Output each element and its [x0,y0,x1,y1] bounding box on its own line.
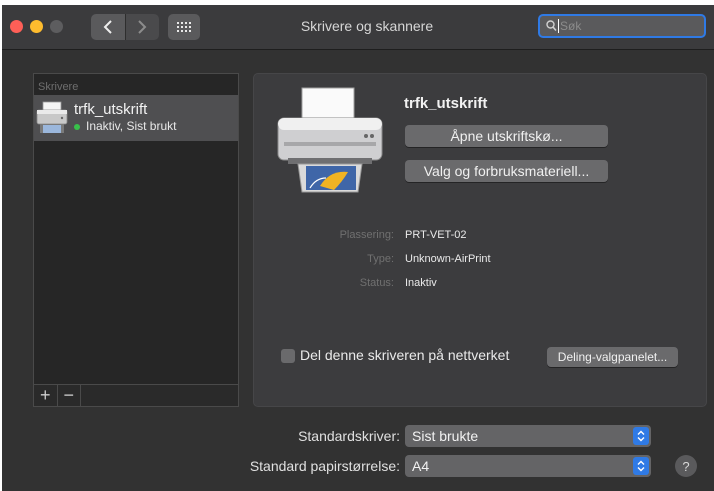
minimize-window-button[interactable] [30,20,43,33]
share-printer-label[interactable]: Del denne skriveren på nettverket [300,347,509,363]
chevron-right-icon [138,20,147,34]
status-value: Inaktiv [405,277,437,289]
add-printer-button[interactable]: + [34,385,57,406]
printer-detail-panel: trfk_utskrift Åpne utskriftskø... Valg o… [253,73,707,407]
printer-list-heading: Skrivere [38,81,79,93]
status-label: Status: [359,277,394,289]
remove-printer-button[interactable]: − [56,385,81,406]
zoom-window-button[interactable] [50,20,63,33]
chevron-left-icon [103,20,112,34]
printer-list-item[interactable]: trfk_utskrift Inaktiv, Sist brukt [34,95,238,141]
location-value: PRT-VET-02 [405,229,467,241]
back-button[interactable] [91,14,125,40]
grid-icon [177,22,191,32]
forward-button[interactable] [124,14,159,40]
titlebar: Skrivere og skannere [2,5,714,50]
share-printer-checkbox[interactable] [281,349,295,363]
window-title: Skrivere og skannere [300,18,434,34]
show-all-button[interactable] [168,14,200,40]
type-value: Unknown-AirPrint [405,253,491,265]
options-and-supplies-button[interactable]: Valg og forbruksmateriell... [405,160,608,182]
default-printer-value: Sist brukte [412,428,479,444]
status-dot [74,124,80,130]
preferences-window: Skrivere og skannere Skrivere trfk_utskr… [2,5,714,491]
stepper-icon [633,457,649,475]
search-field[interactable] [538,14,706,38]
printer-list-item-status: Inaktiv, Sist brukt [86,119,177,133]
text-cursor [558,19,559,33]
printer-list-item-name: trfk_utskrift [74,101,148,118]
stepper-icon [633,427,649,445]
sharing-preferences-button[interactable]: Deling-valgpanelet... [547,347,678,367]
navigation-buttons [91,14,159,40]
help-button[interactable]: ? [675,455,697,477]
default-paper-size-select[interactable]: A4 [405,455,651,477]
close-window-button[interactable] [10,20,23,33]
default-paper-size-value: A4 [412,458,430,474]
location-label: Plassering: [339,229,394,241]
printer-icon [277,87,383,193]
add-remove-controls: + − [33,385,81,407]
default-printer-label: Standardskriver: [298,428,400,444]
default-printer-select[interactable]: Sist brukte [405,425,651,447]
type-label: Type: [367,253,394,265]
search-icon [546,20,557,32]
list-footer [81,385,239,407]
default-paper-size-label: Standard papirstørrelse: [249,458,400,474]
search-input[interactable] [560,17,700,35]
printer-icon [36,101,68,133]
printer-name: trfk_utskrift [404,95,488,112]
printer-list: Skrivere trfk_utskrift Inaktiv, Sist bru… [33,73,239,385]
open-print-queue-button[interactable]: Åpne utskriftskø... [405,125,608,147]
